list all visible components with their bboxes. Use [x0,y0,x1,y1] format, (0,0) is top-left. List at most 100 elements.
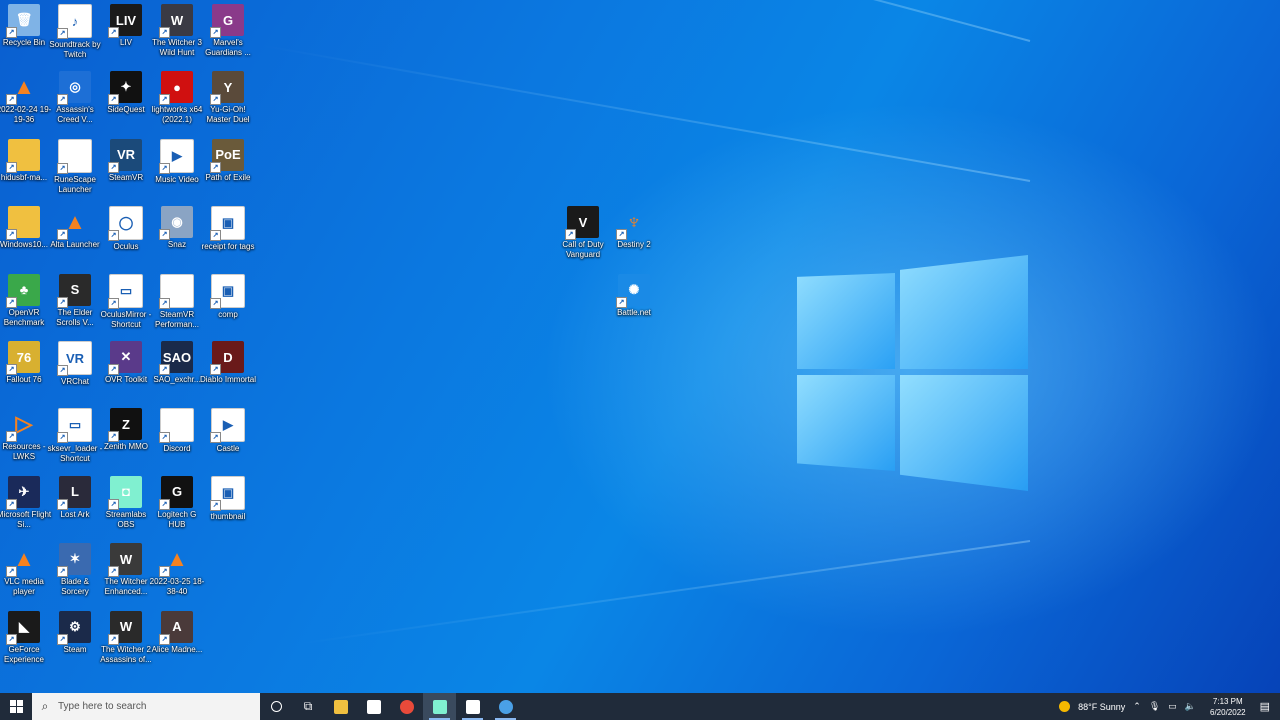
desktop-shortcut[interactable]: ◣ ↗ GeForce Experience [0,610,50,665]
desktop-shortcut[interactable]: ▭ ↗ OculusMirror - Shortcut [100,273,152,330]
desktop-shortcut[interactable]: ▭ ↗ sksevr_loader - Shortcut [48,408,102,464]
cortana-circle-icon [270,701,282,712]
desktop-shortcut[interactable]: ⚙ ↗ Steam [49,610,101,655]
desktop-shortcut[interactable]: ♆ ↗ Destiny 2 [608,206,660,250]
desktop-shortcut[interactable]: S ↗ The Elder Scrolls V... [49,273,101,328]
image-file-icon: ▣ ↗ [210,273,245,309]
desktop-shortcut[interactable]: ✦ ↗ SideQuest [100,71,152,115]
taskbar-app-chrome[interactable] [390,693,423,720]
desktop-shortcut[interactable]: W ↗ The Witcher 3 Wild Hunt [151,4,203,58]
desktop-shortcut[interactable]: ◎ ↗ Assassin's Creed V... [49,71,101,125]
taskbar-app-file-explorer[interactable] [324,693,357,720]
vlc-icon: ▲ ↗ [6,543,40,578]
notification-icon[interactable]: ▤ [1260,700,1270,713]
desktop-shortcut[interactable]: ◘ ↗ Streamlabs OBS [100,475,152,530]
desktop-shortcut[interactable]: ↗ Windows10... [0,206,50,250]
shortcut-label: The Elder Scrolls V... [56,307,94,327]
weather-widget[interactable]: 88°F Sunny [1078,702,1125,712]
desktop-shortcut[interactable]: ✕ ↗ OVR Toolkit [100,341,152,385]
shortcut-arrow-icon: ↗ [108,498,119,510]
chevron-up-icon[interactable]: ⌃ [1133,701,1141,712]
cortana-button[interactable] [260,693,292,720]
image-file-icon: ▣ ↗ [210,475,245,511]
shortcut-label: Microsoft Flight Si... [0,509,52,529]
desktop-shortcut[interactable]: ↗ hidusbf-ma... [0,138,50,183]
desktop-shortcut[interactable]: 🗑 ↗ Recycle Bin [0,4,50,48]
desktop-shortcut[interactable]: 76 ↗ Fallout 76 [0,341,50,385]
shortcut-label: 2022-03-25 18-38-40 [149,577,205,597]
desktop-shortcut[interactable]: ✶ ↗ Blade & Sorcery [49,543,101,597]
desktop-shortcut[interactable]: W ↗ The Witcher Enhanced... [100,543,152,597]
shortcut-arrow-icon: ↗ [6,296,17,308]
shortcut-label: LIV [119,38,132,47]
desktop-shortcut[interactable]: ▲ ↗ Alta Launcher [49,206,101,250]
search-placeholder: Type here to search [58,701,147,712]
desktop-shortcut[interactable]: ▣ ↗ comp [202,273,254,320]
desktop-shortcut[interactable]: PoE ↗ Path of Exile [202,138,254,183]
desktop-shortcut[interactable]: ↗ RuneScape Launcher [49,138,101,195]
desktop-shortcut[interactable]: G ↗ Marvel's Guardians ... [202,4,254,58]
desktop-shortcut[interactable]: Z ↗ Zenith MMO [100,408,152,452]
witcher-icon: W ↗ [108,543,142,578]
desktop-shortcut[interactable]: ▲ ↗ 2022-02-24 19-19-36 [0,71,51,125]
taskbar-app-battlenet[interactable] [489,693,522,720]
shortcut-label: Assassin's Creed V... [56,105,94,125]
taskbar-app-store[interactable] [357,693,390,720]
taskbar-app-streamlabs[interactable] [423,693,456,720]
poe-icon: PoE ↗ [210,138,244,173]
desktop-shortcut[interactable]: ▣ ↗ receipt for tags [202,206,254,252]
lostark-icon: L ↗ [57,475,91,510]
shortcut-label: Alice Madne... [151,644,203,654]
search-box[interactable]: ⌕ Type here to search [32,693,260,720]
shortcut-arrow-icon: ↗ [6,161,17,173]
shortcut-label: Blade & Sorcery [60,577,90,597]
desktop-shortcut[interactable]: ↗ Discord [151,408,203,454]
desktop-shortcut[interactable]: L ↗ Lost Ark [49,475,101,520]
desktop-shortcut[interactable]: ▣ ↗ thumbnail [202,475,254,522]
desktop-shortcut[interactable]: ✈ ↗ Microsoft Flight Si... [0,475,52,530]
desktop-shortcut[interactable]: W ↗ The Witcher 2 Assassins of... [100,610,152,665]
desktop-shortcut[interactable]: VR ↗ SteamVR [100,138,152,183]
oculus-icon [465,699,480,714]
desktop-shortcut[interactable]: ▲ ↗ VLC media player [0,543,50,597]
desktop-shortcut[interactable]: LIV ↗ LIV [100,4,152,48]
shortcut-arrow-icon: ↗ [57,296,68,308]
shortcut-arrow-icon: ↗ [108,431,119,443]
clock[interactable]: 7:13 PM 6/20/2022 [1206,696,1250,718]
task-view-button[interactable]: ⧉ [292,693,324,720]
desktop-shortcut[interactable]: SAO ↗ SAO_exchr... [151,341,203,385]
desktop-shortcut[interactable]: ▶ ↗ Castle [202,408,254,454]
shortcut-arrow-icon: ↗ [108,161,119,173]
shortcut-label: Destiny 2 [617,240,651,249]
desktop-shortcut[interactable]: ♣ ↗ OpenVR Benchmark [0,273,50,328]
shortcut-label: The Witcher 3 Wild Hunt [152,38,202,57]
logo-pane [900,375,1028,491]
shortcut-label: Zenith MMO [103,442,148,452]
desktop-shortcut[interactable]: A ↗ Alice Madne... [151,610,203,655]
desktop-shortcut[interactable]: Y ↗ Yu-Gi-Oh! Master Duel [202,71,254,125]
desktop-shortcut[interactable]: G ↗ Logitech G HUB [151,475,203,530]
steamvr-icon: VR ↗ [108,138,142,173]
shortcut-arrow-icon: ↗ [210,161,221,173]
volume-icon[interactable]: 🔈 [1185,701,1196,712]
desktop-shortcut[interactable]: ● ↗ lightworks x64 (2022.1) [151,71,203,125]
microphone-icon[interactable]: 🎙 [1149,701,1160,712]
desktop-shortcut[interactable]: ✺ ↗ Battle.net [608,274,660,318]
desktop-shortcut[interactable]: D ↗ Diablo Immortal [200,341,256,385]
desktop-shortcut[interactable]: V ↗ Call of Duty Vanguard [557,206,609,260]
desktop-shortcut[interactable]: ▷ ↗ Resources - LWKS [0,408,50,462]
start-button[interactable] [0,693,32,720]
desktop-shortcut[interactable]: ↗ SteamVR Performan... [151,273,203,330]
twitch-soundtrack-icon: ♪ ↗ [57,4,92,39]
shortcut-arrow-icon: ↗ [6,229,17,241]
desktop-shortcut[interactable]: ▲ ↗ 2022-03-25 18-38-40 [149,543,205,597]
network-icon[interactable]: ▭ [1168,701,1177,712]
desktop-shortcut[interactable]: ◉ ↗ Snaz [151,206,203,250]
taskbar-app-oculus[interactable] [456,693,489,720]
desktop-shortcut[interactable]: ♪ ↗ Soundtrack by Twitch [49,4,101,60]
desktop-shortcut[interactable]: VR ↗ VRChat [49,341,101,387]
destiny2-icon: ♆ ↗ [616,206,650,240]
desktop-shortcut[interactable]: ◯ ↗ Oculus [100,206,152,252]
desktop-shortcut[interactable]: ▶ ↗ Music Video [151,138,203,185]
shortcut-label: Lost Ark [60,509,90,519]
